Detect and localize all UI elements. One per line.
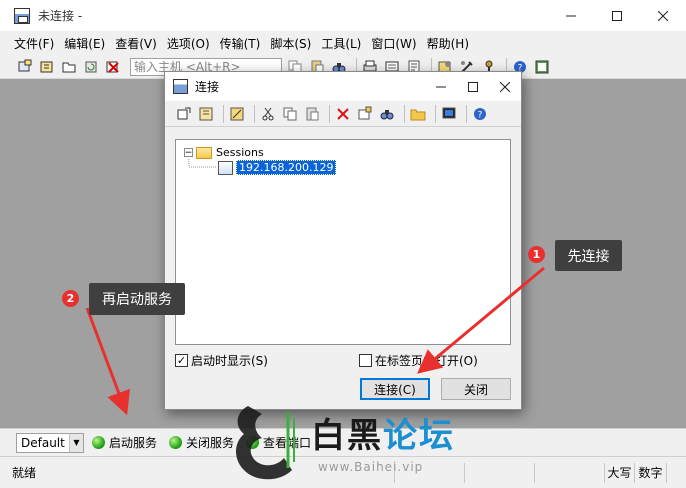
disconnect-icon[interactable] — [104, 58, 122, 76]
connect-button[interactable]: 连接(C) — [360, 378, 430, 400]
stop-service-button[interactable]: 关闭服务 — [169, 434, 234, 451]
connect-tab-icon[interactable] — [60, 58, 78, 76]
green-status-icon — [169, 436, 183, 449]
new-folder-icon[interactable] — [409, 105, 427, 123]
reconnect-icon[interactable] — [82, 58, 100, 76]
chevron-down-icon[interactable]: ▼ — [69, 433, 83, 452]
dialog-title-bar: 连接 — [165, 72, 521, 101]
dialog-app-icon — [173, 79, 188, 94]
close-icon — [658, 10, 668, 21]
dialog-maximize-button[interactable] — [457, 72, 489, 101]
brush-logo-icon — [236, 406, 295, 480]
dialog-minimize-button[interactable] — [425, 72, 457, 101]
session-tree[interactable]: − Sessions 192.168.200.129 — [175, 139, 511, 345]
checkbox-unchecked-icon[interactable] — [359, 354, 372, 367]
toolbar-separator — [404, 104, 405, 123]
desktop-shortcut-icon[interactable] — [440, 105, 458, 123]
watermark-title: 白黑论坛 — [311, 408, 455, 457]
step2-callout: 再启动服务 — [89, 283, 185, 315]
cut-icon[interactable] — [259, 105, 277, 123]
menu-edit[interactable]: 编辑(E) — [64, 35, 105, 52]
menu-view[interactable]: 查看(V) — [115, 35, 157, 52]
session-host-label[interactable]: 192.168.200.129 — [236, 160, 337, 175]
resize-grip[interactable] — [666, 462, 686, 483]
button-bar-select-value: Default — [21, 435, 65, 450]
green-status-icon — [92, 436, 105, 449]
menu-tools[interactable]: 工具(L) — [321, 35, 361, 52]
copy-icon[interactable] — [281, 105, 299, 123]
dialog-close-text-button[interactable]: 关闭 — [441, 378, 511, 400]
close-button[interactable] — [640, 0, 686, 31]
toolbar-separator — [254, 104, 255, 123]
dialog-title: 连接 — [195, 80, 220, 94]
show-on-startup-checkbox[interactable]: ✓ 启动时显示(S) — [175, 352, 268, 369]
sftp-icon[interactable] — [533, 58, 551, 76]
watermark-title-part2: 论坛 — [383, 416, 455, 456]
watermark-title-part1: 白黑 — [311, 416, 383, 456]
maximize-icon — [612, 10, 622, 21]
minimize-button[interactable] — [548, 0, 594, 31]
title-bar: 未连接 - — [0, 0, 686, 31]
maximize-icon — [468, 81, 478, 92]
minimize-icon — [436, 86, 446, 87]
paste-icon[interactable] — [303, 105, 321, 123]
menu-script[interactable]: 脚本(S) — [270, 35, 311, 52]
start-service-button[interactable]: 启动服务 — [92, 434, 157, 451]
close-icon — [500, 81, 510, 92]
step1-badge: 1 — [528, 246, 545, 263]
menu-window[interactable]: 窗口(W) — [371, 35, 416, 52]
find-icon[interactable] — [378, 105, 396, 123]
step2-badge: 2 — [62, 290, 79, 307]
svg-text:?: ? — [478, 110, 483, 120]
dialog-close-button[interactable] — [489, 72, 521, 101]
open-in-tab-checkbox[interactable]: 在标签页中打开(O) — [359, 352, 478, 369]
maximize-button[interactable] — [594, 0, 640, 31]
toolbar-separator — [329, 104, 330, 123]
menu-transfer[interactable]: 传输(T) — [220, 35, 261, 52]
minimize-icon — [566, 15, 576, 16]
properties-icon[interactable] — [228, 105, 246, 123]
connect-dialog: 连接 ? − Sessions 192.168.200.129 ✓ 启动时显示(… — [164, 71, 522, 410]
toolbar-separator — [223, 104, 224, 123]
status-cell-empty — [534, 462, 604, 483]
new-session-icon[interactable] — [197, 105, 215, 123]
num-indicator: 数字 — [634, 462, 666, 483]
dialog-toolbar: ? — [165, 101, 521, 127]
menu-help[interactable]: 帮助(H) — [427, 35, 469, 52]
window-title: 未连接 - — [38, 9, 83, 23]
step1-callout: 先连接 — [555, 240, 622, 271]
toolbar-separator — [435, 104, 436, 123]
start-service-label: 启动服务 — [109, 436, 158, 450]
rename-icon[interactable] — [356, 105, 374, 123]
help-icon[interactable]: ? — [471, 105, 489, 123]
watermark-url: www.Baihei.vip — [318, 460, 424, 474]
show-on-startup-label: 启动时显示(S) — [191, 354, 268, 368]
button-bar-select[interactable]: Default ▼ — [16, 432, 84, 453]
checkbox-checked-icon[interactable]: ✓ — [175, 354, 188, 367]
connect-icon[interactable] — [16, 58, 34, 76]
caps-indicator: 大写 — [604, 462, 634, 483]
app-icon — [14, 7, 30, 24]
watermark-logo: 白黑论坛 www.Baihei.vip — [226, 398, 476, 488]
menu-bar: 文件(F) 编辑(E) 查看(V) 选项(O) 传输(T) 脚本(S) 工具(L… — [0, 31, 686, 55]
tree-session-row[interactable]: 192.168.200.129 — [218, 160, 337, 175]
menu-options[interactable]: 选项(O) — [167, 35, 210, 52]
open-in-tab-label: 在标签页中打开(O) — [375, 354, 478, 368]
session-icon — [218, 160, 233, 175]
quick-connect-icon[interactable] — [175, 105, 193, 123]
menu-file[interactable]: 文件(F) — [14, 35, 54, 52]
toolbar-separator — [466, 104, 467, 123]
quick-connect-icon[interactable] — [38, 58, 56, 76]
delete-icon[interactable] — [334, 105, 352, 123]
